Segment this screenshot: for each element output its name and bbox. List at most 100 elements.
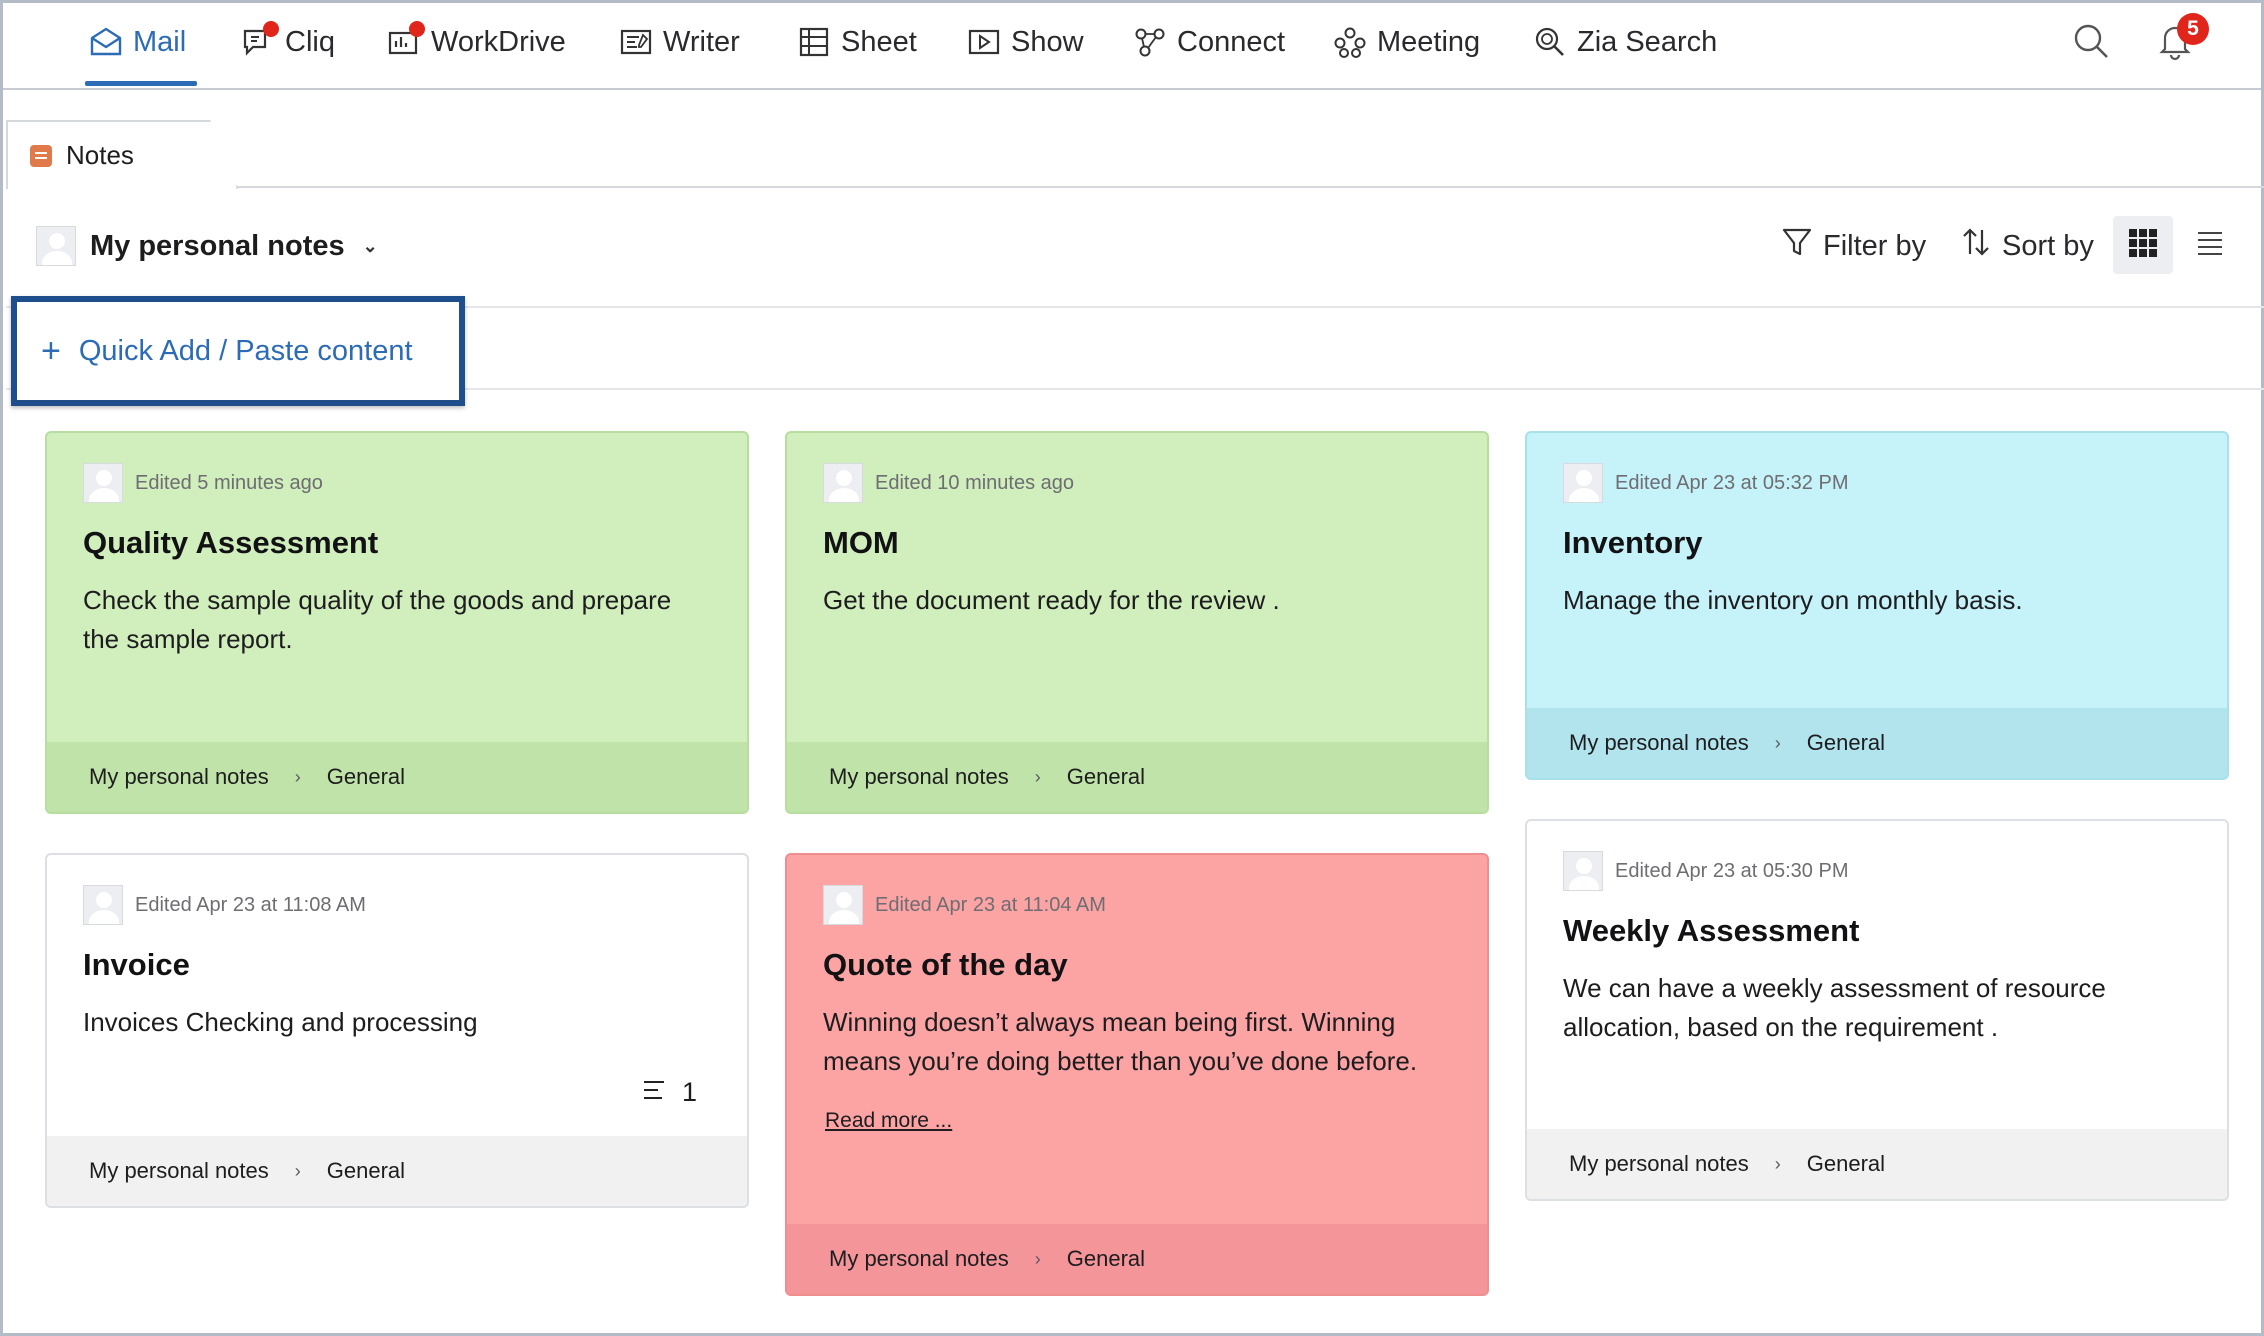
author-avatar: [1563, 463, 1603, 503]
nav-writer[interactable]: Writer: [619, 17, 740, 67]
nav-zia-search[interactable]: Zia Search: [1533, 17, 1717, 67]
chevron-down-icon: ⌄: [362, 235, 378, 256]
mail-icon: [89, 25, 123, 59]
app-window: Mail Cliq WorkDrive Writer Sheet Show Co…: [0, 0, 2264, 1336]
filter-icon: [1781, 226, 1813, 266]
sort-button[interactable]: Sort by: [1960, 226, 2094, 266]
note-card[interactable]: Edited 5 minutes ago Quality Assessment …: [45, 431, 749, 814]
note-group[interactable]: General: [327, 1158, 405, 1184]
note-title: Quote of the day: [823, 947, 1068, 982]
note-meta: Edited Apr 23 at 05:32 PM: [1563, 463, 1849, 503]
note-card[interactable]: Edited 10 minutes ago MOM Get the docume…: [785, 431, 1489, 814]
author-avatar: [823, 885, 863, 925]
nav-zia-search-label: Zia Search: [1577, 25, 1718, 58]
note-edited: Edited Apr 23 at 11:04 AM: [875, 893, 1106, 916]
notebook-dropdown[interactable]: My personal notes ⌄: [36, 226, 378, 266]
chevron-right-icon: ›: [1034, 766, 1041, 787]
quick-add-button[interactable]: + Quick Add / Paste content: [11, 296, 465, 406]
chevron-right-icon: ›: [294, 766, 301, 787]
notes-toolbar: My personal notes ⌄ Filter by Sort by: [6, 188, 2264, 308]
nav-meeting-label: Meeting: [1377, 25, 1481, 58]
note-body: Manage the inventory on monthly basis.: [1563, 585, 2023, 615]
plus-icon: +: [41, 332, 61, 370]
note-notebook[interactable]: My personal notes: [829, 1246, 1009, 1272]
note-notebook[interactable]: My personal notes: [1569, 1151, 1749, 1177]
note-meta: Edited Apr 23 at 11:04 AM: [823, 885, 1106, 925]
nav-show-label: Show: [1011, 25, 1084, 58]
comment-count-value: 1: [681, 1077, 697, 1107]
note-title: MOM: [823, 525, 899, 560]
list-icon: [2196, 232, 2224, 262]
search-icon[interactable]: [2071, 21, 2111, 61]
note-breadcrumb: My personal notes › General: [47, 1136, 747, 1206]
chevron-right-icon: ›: [1774, 1153, 1781, 1174]
note-breadcrumb: My personal notes › General: [787, 742, 1487, 812]
note-notebook[interactable]: My personal notes: [829, 764, 1009, 790]
note-edited: Edited Apr 23 at 11:08 AM: [135, 893, 366, 916]
author-avatar: [83, 885, 123, 925]
note-body: Check the sample quality of the goods an…: [83, 585, 672, 654]
list-view-button[interactable]: [2196, 228, 2224, 258]
workdrive-alert-dot: [409, 21, 425, 37]
nav-meeting[interactable]: Meeting: [1333, 17, 1480, 67]
comment-count[interactable]: 1: [642, 1077, 697, 1108]
read-more-link[interactable]: Read more ...: [825, 1109, 952, 1133]
notification-badge: 5: [2177, 13, 2209, 45]
show-icon: [967, 25, 1001, 59]
tab-strip: Notes: [6, 92, 2264, 189]
nav-sheet[interactable]: Sheet: [797, 17, 917, 67]
grid-view-button[interactable]: [2113, 216, 2173, 274]
tab-notes[interactable]: Notes: [6, 120, 238, 189]
comment-lines-icon: [642, 1077, 666, 1108]
note-card[interactable]: Edited Apr 23 at 05:32 PM Inventory Mana…: [1525, 431, 2229, 780]
workdrive-icon: [387, 21, 425, 59]
notes-icon: [30, 144, 52, 167]
author-avatar: [83, 463, 123, 503]
note-edited: Edited 5 minutes ago: [135, 471, 323, 494]
note-notebook[interactable]: My personal notes: [1569, 730, 1749, 756]
note-breadcrumb: My personal notes › General: [787, 1224, 1487, 1294]
active-tab-indicator: [85, 81, 197, 86]
nav-show[interactable]: Show: [967, 17, 1084, 67]
note-title: Invoice: [83, 947, 190, 982]
filter-button[interactable]: Filter by: [1781, 226, 1926, 266]
note-edited: Edited 10 minutes ago: [875, 471, 1075, 494]
note-title: Inventory: [1563, 525, 1703, 560]
note-card[interactable]: Edited Apr 23 at 11:04 AM Quote of the d…: [785, 853, 1489, 1296]
nav-cliq[interactable]: Cliq: [241, 17, 335, 67]
note-breadcrumb: My personal notes › General: [1527, 1129, 2227, 1199]
author-avatar: [1563, 851, 1603, 891]
meeting-icon: [1333, 25, 1367, 59]
note-breadcrumb: My personal notes › General: [1527, 708, 2227, 778]
nav-connect[interactable]: Connect: [1133, 17, 1285, 67]
note-breadcrumb: My personal notes › General: [47, 742, 747, 812]
note-group[interactable]: General: [1067, 764, 1145, 790]
nav-mail-label: Mail: [133, 25, 187, 58]
nav-writer-label: Writer: [663, 25, 740, 58]
note-title: Quality Assessment: [83, 525, 379, 560]
author-avatar: [823, 463, 863, 503]
zia-search-icon: [1533, 25, 1567, 59]
nav-mail[interactable]: Mail: [89, 17, 186, 67]
note-card[interactable]: Edited Apr 23 at 05:30 PM Weekly Assessm…: [1525, 819, 2229, 1201]
note-meta: Edited 5 minutes ago: [83, 463, 323, 503]
grid-icon: [2128, 228, 2158, 263]
note-group[interactable]: General: [1807, 1151, 1885, 1177]
note-group[interactable]: General: [1067, 1246, 1145, 1272]
cliq-icon: [241, 21, 279, 59]
sort-icon: [1960, 226, 1992, 266]
note-notebook[interactable]: My personal notes: [89, 764, 269, 790]
note-group[interactable]: General: [327, 764, 405, 790]
nav-workdrive[interactable]: WorkDrive: [387, 17, 566, 67]
connect-icon: [1133, 25, 1167, 59]
chevron-right-icon: ›: [294, 1160, 301, 1181]
top-navigation: Mail Cliq WorkDrive Writer Sheet Show Co…: [3, 3, 2261, 90]
note-meta: Edited Apr 23 at 11:08 AM: [83, 885, 366, 925]
chevron-right-icon: ›: [1034, 1248, 1041, 1269]
note-group[interactable]: General: [1807, 730, 1885, 756]
sort-label: Sort by: [2002, 229, 2094, 262]
note-notebook[interactable]: My personal notes: [89, 1158, 269, 1184]
nav-connect-label: Connect: [1177, 25, 1286, 58]
note-card[interactable]: Edited Apr 23 at 11:08 AM Invoice Invoic…: [45, 853, 749, 1208]
note-meta: Edited 10 minutes ago: [823, 463, 1074, 503]
